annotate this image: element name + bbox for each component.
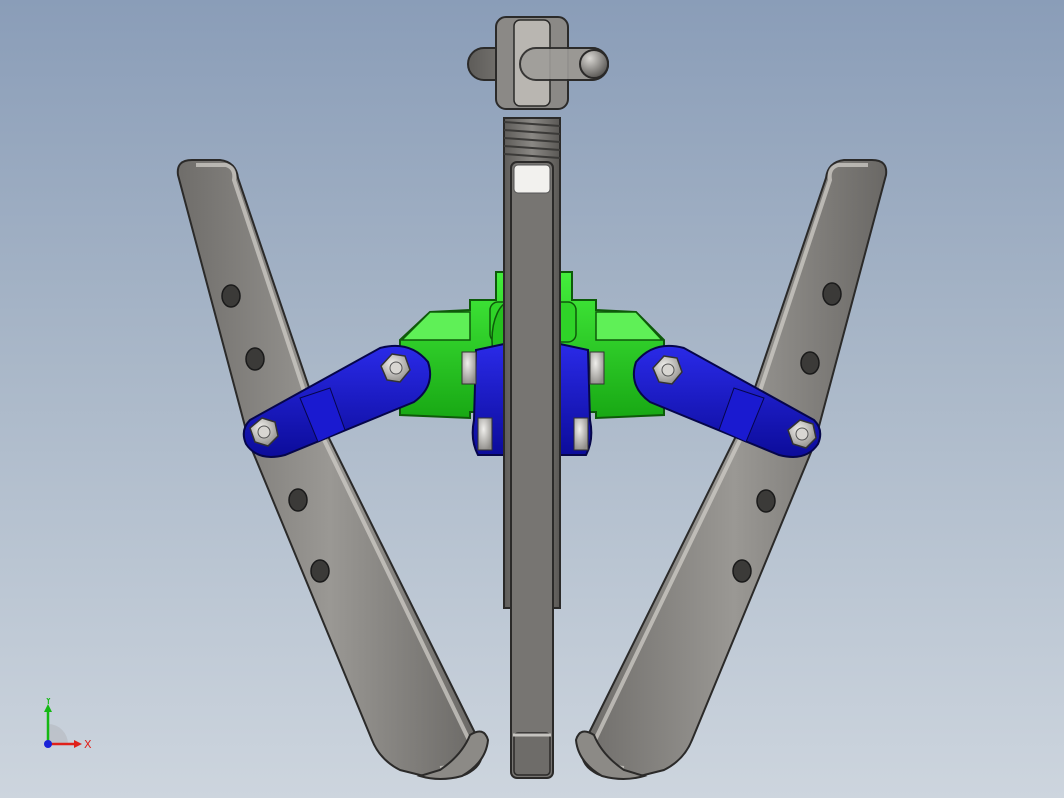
left-jaw-arm[interactable] [176, 159, 490, 780]
coordinate-triad: Y X [44, 698, 92, 751]
z-axis-dot-icon [44, 740, 52, 748]
x-axis-arrow-icon [74, 740, 82, 748]
y-axis-label: Y [44, 698, 52, 707]
t-handle[interactable] [467, 16, 609, 110]
x-axis-label: X [84, 738, 92, 751]
gear-puller-model[interactable] [0, 0, 1064, 798]
graphics-viewport[interactable]: Y X [0, 0, 1064, 798]
triad-plane [48, 724, 68, 744]
center-jaw[interactable] [510, 161, 554, 779]
right-jaw-arm[interactable] [574, 159, 888, 780]
